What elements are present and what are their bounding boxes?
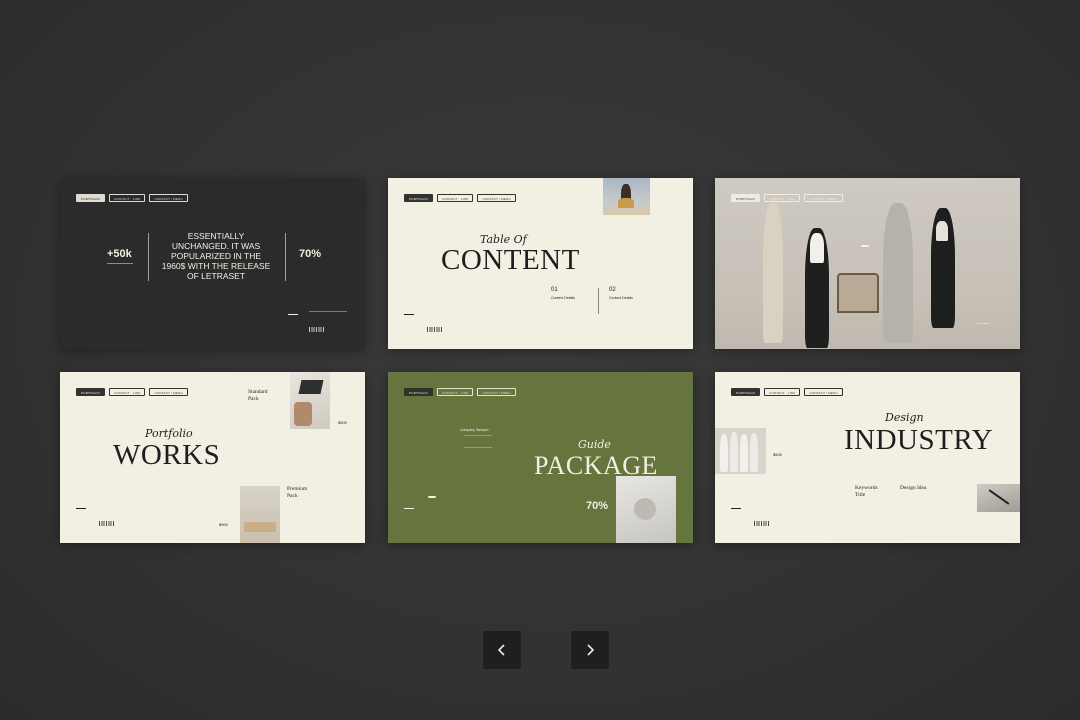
slide-tabs: PORTFOLIO CONTACT · LINK CONTACT / MENU	[76, 194, 188, 202]
price: $500	[773, 452, 782, 457]
text-placeholder	[309, 311, 347, 321]
divider	[148, 233, 149, 281]
divider	[598, 288, 599, 314]
slide-thumbnail-6[interactable]: PORTFOLIO CONTACT · LINK CONTACT / MENU …	[715, 372, 1020, 543]
chevron-right-icon	[587, 644, 595, 656]
slide-tab: PORTFOLIO	[404, 388, 434, 396]
group-photo	[715, 428, 766, 474]
pack-title-2: Premium Pack	[287, 486, 308, 499]
stat-left-caption	[107, 263, 133, 264]
slide-title: CONTENT	[441, 244, 580, 276]
pen-photo	[977, 484, 1020, 512]
slide-thumbnail-3[interactable]: PORTFOLIO CONTACT · LINK CONTACT / MENU	[715, 178, 1020, 349]
slide-tab: PORTFOLIO	[76, 388, 106, 396]
slide-tabs: PORTFOLIO CONTACT · LINK CONTACT / MENU	[731, 388, 843, 396]
slide-tab: PORTFOLIO	[76, 194, 106, 202]
company-label: Company Sample /	[460, 428, 490, 432]
pill	[861, 245, 869, 247]
headline: ESSENTIALLY UNCHANGED. IT WAS POPULARIZE…	[161, 231, 271, 281]
chevron-left-icon	[497, 644, 505, 656]
stat-right: 70%	[299, 248, 322, 260]
barcode	[754, 521, 770, 526]
product-photo	[616, 476, 676, 543]
item-label-1: Content Details	[551, 296, 575, 300]
column-title-1: Keywords Title	[855, 485, 878, 498]
slide-thumbnail-1[interactable]: PORTFOLIO CONTACT · LINK CONTACT / MENU …	[60, 178, 365, 349]
photo	[603, 178, 650, 215]
price-1: $500	[338, 420, 347, 425]
divider	[285, 233, 286, 281]
text-placeholder	[464, 435, 492, 448]
item-label-2: Content Details	[609, 296, 633, 300]
laptop-photo	[290, 372, 330, 429]
slide-tabs: PORTFOLIO CONTACT · LINK CONTACT / MENU	[404, 388, 516, 396]
fashion-photo	[755, 193, 975, 349]
price-2: $900	[219, 522, 228, 527]
text-placeholder	[977, 323, 989, 329]
slide-tab: CONTACT / MENU	[477, 388, 516, 396]
slide-gallery: PORTFOLIO CONTACT · LINK CONTACT / MENU …	[0, 0, 1080, 720]
pill	[428, 496, 436, 498]
arrow-line	[731, 508, 741, 509]
script-heading: Design	[885, 411, 924, 424]
previous-button[interactable]	[483, 631, 521, 669]
slide-tab: PORTFOLIO	[731, 388, 761, 396]
arrow-line	[404, 314, 414, 315]
arrow-line	[288, 314, 298, 315]
slide-tab: CONTACT / MENU	[804, 388, 843, 396]
item-number-2: 02	[609, 287, 616, 293]
item-number-1: 01	[551, 287, 558, 293]
pack-title-1: Standard Pack	[248, 389, 268, 402]
column-title-2: Design Idea	[900, 485, 927, 491]
barcode	[309, 327, 325, 332]
arrow-line	[76, 508, 86, 509]
slide-tab: PORTFOLIO	[404, 194, 434, 202]
slide-tab: CONTACT / MENU	[149, 388, 188, 396]
interior-photo	[240, 486, 280, 543]
slide-thumbnail-2[interactable]: PORTFOLIO CONTACT · LINK CONTACT / MENU …	[388, 178, 693, 349]
slide-tab: CONTACT · LINK	[437, 194, 474, 202]
slide-tab: CONTACT · LINK	[437, 388, 474, 396]
next-button[interactable]	[571, 631, 609, 669]
script-heading: Guide	[578, 438, 611, 451]
slide-thumbnail-5[interactable]: PORTFOLIO CONTACT · LINK CONTACT / MENU …	[388, 372, 693, 543]
slide-title: WORKS	[113, 439, 221, 471]
slide-tab: CONTACT · LINK	[764, 388, 801, 396]
slide-title: INDUSTRY	[844, 424, 994, 456]
slide-tabs: PORTFOLIO CONTACT · LINK CONTACT / MENU	[76, 388, 188, 396]
slide-thumbnail-4[interactable]: PORTFOLIO CONTACT · LINK CONTACT / MENU …	[60, 372, 365, 543]
slide-tabs: PORTFOLIO CONTACT · LINK CONTACT / MENU	[404, 194, 516, 202]
slide-tab: CONTACT / MENU	[477, 194, 516, 202]
slide-tab: CONTACT · LINK	[109, 388, 146, 396]
barcode	[99, 521, 115, 526]
slide-tab: CONTACT / MENU	[149, 194, 188, 202]
stat: 70%	[586, 500, 609, 512]
barcode	[427, 327, 443, 332]
arrow-line	[404, 508, 414, 509]
stat-left: +50k	[107, 248, 132, 260]
slide-tab: CONTACT · LINK	[109, 194, 146, 202]
